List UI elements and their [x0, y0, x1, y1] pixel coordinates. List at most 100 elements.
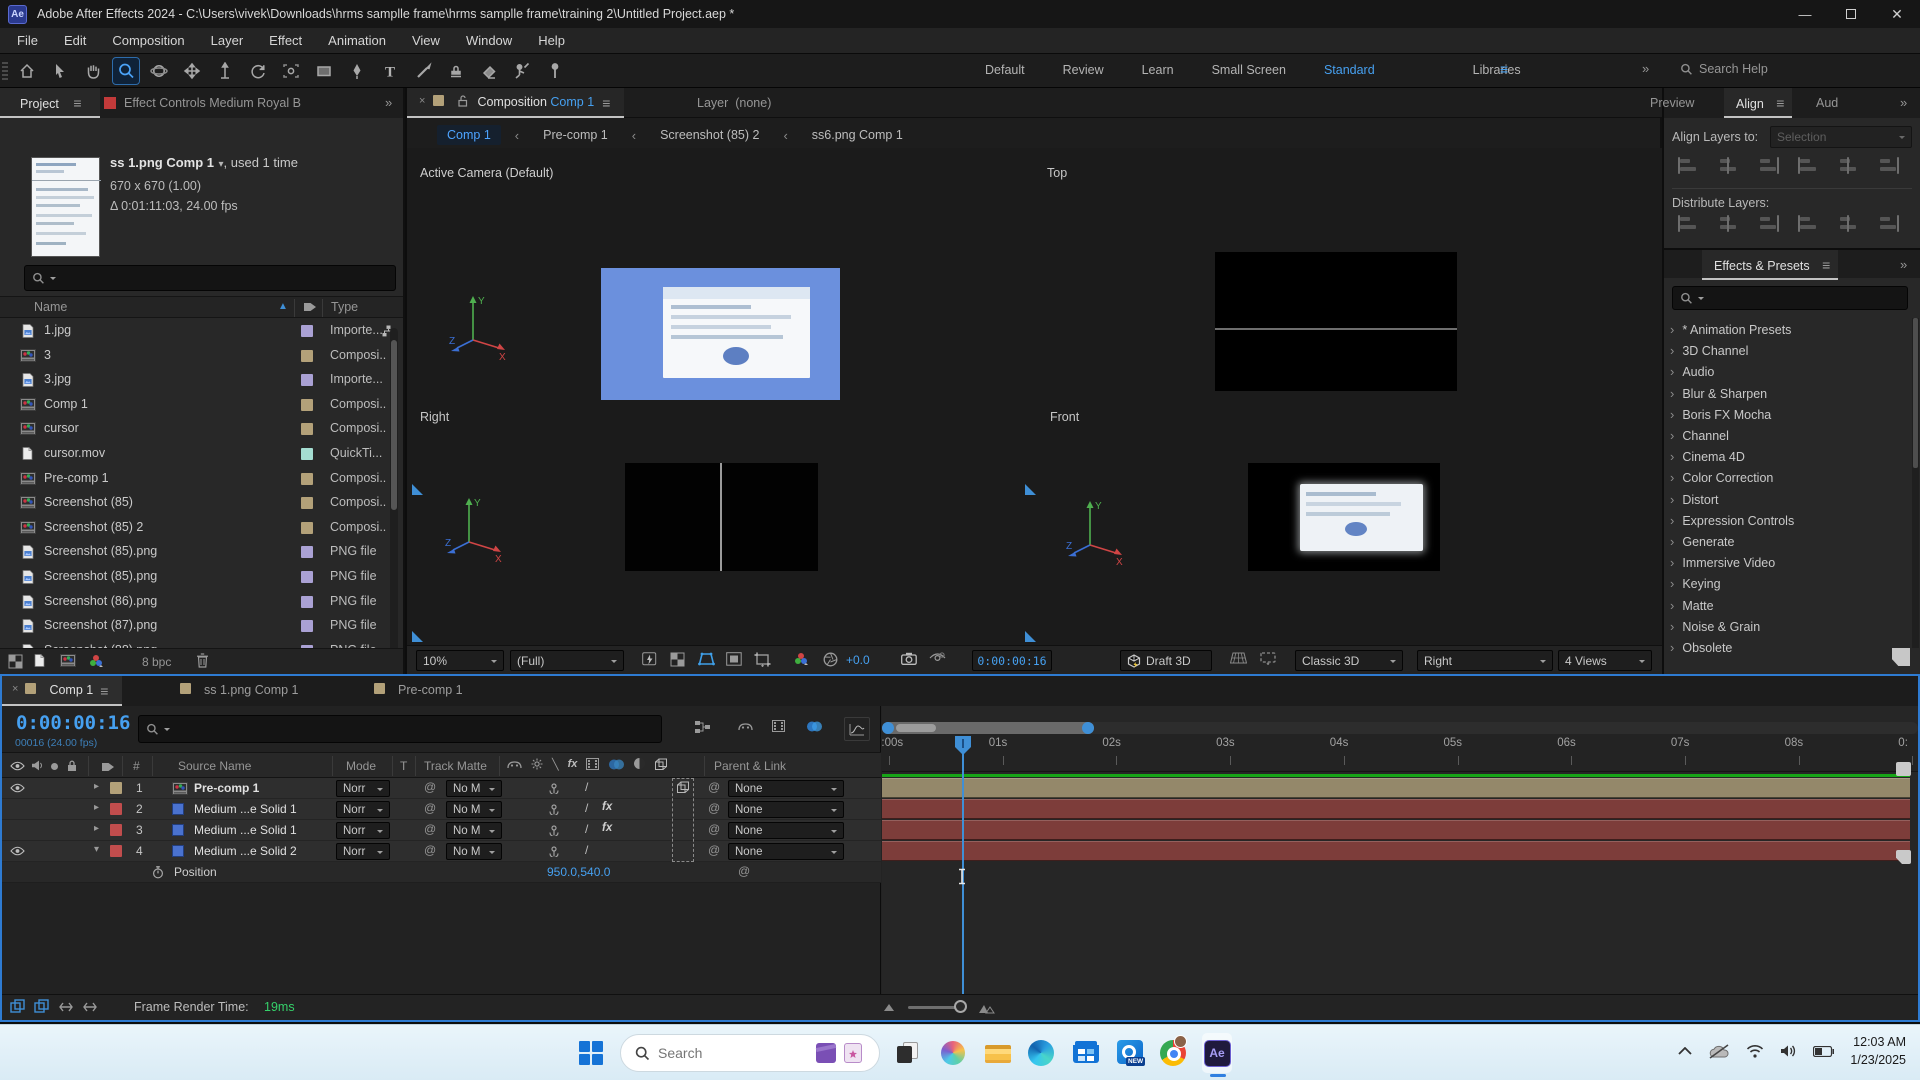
- wifi-icon[interactable]: [1746, 1044, 1764, 1058]
- property-pickwhip-icon[interactable]: @: [738, 864, 750, 878]
- panel-menu-icon[interactable]: ≡: [602, 95, 610, 111]
- parent-pickwhip-icon[interactable]: @: [708, 780, 720, 794]
- panel-overflow-icon[interactable]: »: [385, 95, 392, 110]
- taskbar-search[interactable]: [620, 1034, 880, 1072]
- project-item[interactable]: cursor Composi...: [0, 417, 388, 441]
- expand-chevron-icon[interactable]: ›: [1670, 386, 1674, 401]
- align-top-button[interactable]: [1796, 156, 1822, 176]
- align-right-button[interactable]: [1756, 156, 1782, 176]
- taskbar-app-after-effects[interactable]: Ae: [1202, 1033, 1232, 1073]
- exposure-icon[interactable]: [823, 652, 838, 667]
- effects-category[interactable]: ›Channel: [1670, 428, 1908, 449]
- battery-icon[interactable]: [1813, 1046, 1834, 1057]
- motion-blur-icon[interactable]: [772, 720, 785, 732]
- expand-chevron-icon[interactable]: ›: [1670, 449, 1674, 464]
- mode-column[interactable]: Mode: [346, 759, 376, 773]
- taskbar-app-edge[interactable]: [1026, 1033, 1056, 1073]
- rectangle-tool[interactable]: [311, 58, 337, 84]
- label-color-chip[interactable]: [301, 497, 313, 509]
- view-layout-dropdown[interactable]: 4 Views: [1558, 650, 1652, 671]
- layer-expand-chevron[interactable]: ▸: [94, 802, 99, 813]
- hand-tool[interactable]: [80, 58, 106, 84]
- effects-category[interactable]: ›Cinema 4D: [1670, 449, 1908, 470]
- expand-chevron-icon[interactable]: ›: [1670, 428, 1674, 443]
- align-v-center-button[interactable]: [1836, 156, 1862, 176]
- preserve-transparency-column[interactable]: T: [400, 759, 407, 773]
- taskbar-app-stacked-windows[interactable]: [894, 1033, 924, 1073]
- project-item[interactable]: 3.jpg Importe...: [0, 368, 388, 392]
- selection-tool[interactable]: [47, 58, 73, 84]
- nav-handle-right[interactable]: [1082, 722, 1094, 734]
- project-search[interactable]: [24, 265, 396, 291]
- timeline-tab-pre-comp-1[interactable]: Pre-comp 1: [364, 676, 477, 706]
- layer-duration-bar[interactable]: [882, 820, 1910, 840]
- label-column-tag-icon[interactable]: [303, 301, 317, 313]
- expand-chevron-icon[interactable]: ›: [1670, 364, 1674, 379]
- channel-rgb-icon[interactable]: [793, 652, 809, 666]
- menu-help[interactable]: Help: [525, 28, 578, 53]
- effects-category[interactable]: ›Immersive Video: [1670, 555, 1908, 576]
- fx-switch-icon[interactable]: fx: [568, 758, 578, 771]
- expand-chevron-icon[interactable]: ›: [1670, 576, 1674, 591]
- t ab-audio[interactable]: Aud: [1816, 96, 1838, 110]
- comp-marker-icon[interactable]: [1896, 850, 1911, 864]
- expand-chevron-icon[interactable]: ›: [1670, 598, 1674, 613]
- label-color-chip[interactable]: [301, 448, 313, 460]
- frame-blending-icon[interactable]: [806, 720, 823, 733]
- label-color-chip[interactable]: [301, 571, 313, 583]
- label-color-chip[interactable]: [301, 325, 313, 337]
- color-depth-icon[interactable]: [88, 654, 104, 668]
- tray-chevron-up-icon[interactable]: [1678, 1047, 1692, 1055]
- layer-expand-chevron[interactable]: ▸: [94, 781, 99, 792]
- expand-chevron-icon[interactable]: ›: [1670, 470, 1674, 485]
- maximize-button[interactable]: [1828, 0, 1874, 28]
- track-matte-dropdown[interactable]: No M: [446, 822, 502, 839]
- graph-editor-icon[interactable]: [844, 717, 870, 741]
- preview-timecode[interactable]: 0:00:00:16: [972, 650, 1052, 671]
- collapse-transformations-icon[interactable]: [548, 845, 560, 857]
- property-name[interactable]: Position: [174, 865, 217, 879]
- quality-switch[interactable]: /: [585, 801, 588, 815]
- layer-row-3[interactable]: ▸ 3 Medium ...e Solid 1 Norr @ No M / fx…: [2, 820, 881, 841]
- region-of-interest-icon[interactable]: [698, 652, 715, 666]
- parent-pickwhip-icon[interactable]: @: [708, 801, 720, 815]
- view-corner-handle[interactable]: [1025, 631, 1036, 642]
- label-color-chip[interactable]: [301, 620, 313, 632]
- brush-tool[interactable]: [410, 58, 436, 84]
- new-folder-icon[interactable]: [34, 654, 45, 667]
- distribute-v-center-button[interactable]: [1716, 214, 1742, 234]
- effects-category[interactable]: ›Distort: [1670, 492, 1908, 513]
- effects-search[interactable]: [1672, 286, 1908, 310]
- track-matte-pickwhip-icon[interactable]: @: [424, 780, 436, 794]
- pen-tool[interactable]: [344, 58, 370, 84]
- footage-interpret-icon[interactable]: [8, 654, 23, 669]
- label-color-chip[interactable]: [301, 374, 313, 386]
- expand-chevron-icon[interactable]: ›: [1670, 534, 1674, 549]
- breadcrumb-screenshot-85-2[interactable]: Screenshot (85) 2: [650, 125, 769, 145]
- timeline-zoom-slider[interactable]: [908, 1006, 960, 1009]
- tab-composition[interactable]: × Composition Comp 1 ≡: [407, 88, 624, 118]
- project-item[interactable]: Screenshot (86).png PNG file: [0, 590, 388, 614]
- effects-category[interactable]: ›Boris FX Mocha: [1670, 407, 1908, 428]
- shy-layers-icon[interactable]: [738, 720, 753, 731]
- layer-switches-column[interactable]: ╲ fx: [507, 758, 668, 771]
- tab-layer[interactable]: Layer (none): [697, 96, 771, 110]
- project-item[interactable]: Screenshot (85) Composi...: [0, 491, 388, 515]
- track-matte-pickwhip-icon[interactable]: @: [424, 843, 436, 857]
- label-color-chip[interactable]: [301, 546, 313, 558]
- layer-expand-chevron[interactable]: ▸: [94, 823, 99, 834]
- minimize-button[interactable]: —: [1782, 0, 1828, 28]
- menu-layer[interactable]: Layer: [198, 28, 257, 53]
- layer-source-name[interactable]: Pre-comp 1: [194, 781, 259, 795]
- align-to-dropdown[interactable]: Selection: [1770, 126, 1912, 148]
- menu-edit[interactable]: Edit: [51, 28, 99, 53]
- blend-mode-dropdown[interactable]: Norr: [336, 843, 390, 860]
- track-matte-column[interactable]: Track Matte: [424, 759, 487, 773]
- project-item[interactable]: cursor.mov QuickTi...: [0, 442, 388, 466]
- layer-visibility-toggle[interactable]: [10, 783, 25, 793]
- composition-viewer[interactable]: Active Camera (Default) Top Right Front: [407, 148, 1662, 645]
- close-tab-icon[interactable]: ×: [12, 683, 18, 695]
- effects-category[interactable]: ›Color Correction: [1670, 470, 1908, 491]
- tab-preview[interactable]: Preview: [1650, 96, 1694, 110]
- project-item[interactable]: Pre-comp 1 Composi...: [0, 467, 388, 491]
